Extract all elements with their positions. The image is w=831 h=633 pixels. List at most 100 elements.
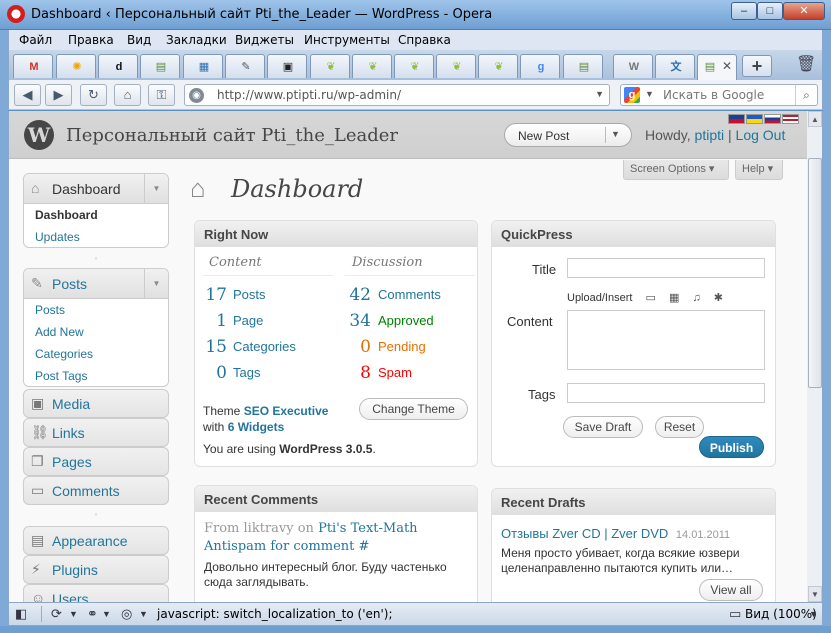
- menu-tools[interactable]: Инструменты: [304, 33, 390, 47]
- vertical-scrollbar[interactable]: ▲ ▼: [807, 111, 823, 602]
- chevron-down-icon[interactable]: ▼: [595, 89, 604, 99]
- menu-posts[interactable]: ✎ Posts ▼: [24, 269, 168, 299]
- unite-icon[interactable]: ⚭: [87, 606, 98, 622]
- submenu-posts[interactable]: Posts: [24, 299, 168, 321]
- reload-button[interactable]: ↻: [80, 84, 107, 106]
- menu-view[interactable]: Вид: [127, 33, 151, 47]
- search-field[interactable]: g ▼ Искать в Google ⌕: [620, 84, 818, 106]
- screen-options-tab[interactable]: Screen Options ▾: [623, 160, 729, 180]
- browser-tab[interactable]: ❦: [436, 54, 476, 78]
- browser-tab[interactable]: ▣: [267, 54, 307, 78]
- draft-link[interactable]: Отзывы Zver CD | Zver DVD: [501, 526, 668, 541]
- chevron-down-icon[interactable]: ▼: [102, 609, 111, 619]
- flag-icon[interactable]: [746, 114, 763, 124]
- submenu-add-new[interactable]: Add New: [24, 321, 168, 343]
- chevron-down-icon[interactable]: ▼: [69, 609, 78, 619]
- close-tab-icon[interactable]: ✕: [722, 59, 732, 73]
- flag-icon[interactable]: [764, 114, 781, 124]
- forward-button[interactable]: ▶: [45, 84, 72, 106]
- home-button[interactable]: ⌂: [114, 84, 141, 106]
- save-draft-button[interactable]: Save Draft: [563, 416, 643, 438]
- submenu-categories[interactable]: Categories: [24, 343, 168, 365]
- menu-bookmarks[interactable]: Закладки: [166, 33, 227, 47]
- menu-users[interactable]: ☺ Users: [23, 584, 169, 602]
- zoom-control[interactable]: Вид (100%): [745, 607, 817, 621]
- scroll-thumb[interactable]: [808, 158, 822, 388]
- submenu-dashboard[interactable]: Dashboard: [24, 204, 168, 226]
- browser-tab[interactable]: g: [520, 54, 560, 78]
- browser-tab[interactable]: ▤: [563, 54, 603, 78]
- address-field[interactable]: ◉ http://www.ptipti.ru/wp-admin/ ▼: [184, 84, 610, 106]
- menu-pages[interactable]: ❐ Pages: [23, 447, 169, 476]
- widgets-link[interactable]: 6 Widgets: [228, 420, 285, 434]
- browser-tab[interactable]: M: [13, 54, 53, 78]
- search-icon[interactable]: ⌕: [795, 85, 817, 105]
- browser-tab[interactable]: W: [613, 54, 653, 78]
- browser-tab[interactable]: 文: [655, 54, 695, 78]
- image-icon[interactable]: ▭: [646, 291, 656, 304]
- browser-tab[interactable]: ▤: [140, 54, 180, 78]
- chevron-down-icon[interactable]: ▼: [611, 129, 620, 139]
- help-tab[interactable]: Help ▾: [735, 160, 783, 180]
- browser-tab[interactable]: ❦: [310, 54, 350, 78]
- audio-icon[interactable]: ♫: [692, 292, 700, 304]
- sync-icon[interactable]: ⟳: [51, 606, 62, 622]
- search-engine-dropdown-icon[interactable]: ▼: [645, 89, 654, 99]
- media-gear-icon[interactable]: ✱: [714, 291, 723, 304]
- menu-widgets[interactable]: Виджеты: [235, 33, 294, 47]
- tab-active[interactable]: ▤ ✕: [697, 54, 737, 80]
- reset-button[interactable]: Reset: [655, 416, 704, 438]
- site-title[interactable]: Персональный сайт Pti_the_Leader: [66, 125, 398, 146]
- content-textarea[interactable]: [567, 310, 765, 370]
- menu-links[interactable]: ⛓ Links: [23, 418, 169, 447]
- menu-appearance[interactable]: ▤ Appearance: [23, 526, 169, 555]
- trash-icon[interactable]: 🗑: [796, 54, 816, 76]
- panel-toggle-icon[interactable]: ◧: [15, 606, 27, 622]
- chevron-down-icon[interactable]: ▼: [144, 174, 168, 203]
- view-all-drafts-button[interactable]: View all: [699, 579, 763, 601]
- scroll-up-icon[interactable]: ▲: [808, 111, 822, 127]
- browser-tab[interactable]: ❦: [394, 54, 434, 78]
- menu-help[interactable]: Справка: [398, 33, 451, 47]
- widget-title[interactable]: Recent Drafts: [492, 489, 775, 515]
- back-button[interactable]: ◀: [14, 84, 41, 106]
- widget-title[interactable]: Recent Comments: [195, 486, 477, 512]
- favorite-actions-dropdown[interactable]: New Post ▼: [504, 123, 632, 147]
- flag-icon[interactable]: [728, 114, 745, 124]
- menu-dashboard[interactable]: ⌂ Dashboard ▼: [24, 174, 168, 204]
- flag-icon[interactable]: [782, 114, 799, 124]
- widget-title[interactable]: QuickPress: [492, 221, 775, 247]
- publish-button[interactable]: Publish: [699, 436, 764, 458]
- logout-link[interactable]: Log Out: [736, 127, 786, 143]
- chevron-down-icon[interactable]: ▼: [144, 269, 168, 298]
- new-post-label[interactable]: New Post: [518, 129, 569, 143]
- username-link[interactable]: ptipti: [695, 127, 725, 143]
- turbo-icon[interactable]: ◎: [121, 606, 132, 622]
- maximize-button[interactable]: □: [757, 2, 783, 20]
- change-theme-button[interactable]: Change Theme: [359, 398, 468, 420]
- menu-file[interactable]: Файл: [19, 33, 52, 47]
- minimize-button[interactable]: –: [731, 2, 757, 20]
- submenu-updates[interactable]: Updates: [24, 226, 168, 247]
- tags-input[interactable]: [567, 383, 765, 403]
- browser-tab[interactable]: ✺: [56, 54, 96, 78]
- browser-tab[interactable]: d: [98, 54, 138, 78]
- video-icon[interactable]: ▦: [669, 291, 679, 304]
- browser-tab[interactable]: ✎: [225, 54, 265, 78]
- close-window-button[interactable]: ✕: [783, 2, 825, 20]
- submenu-post-tags[interactable]: Post Tags: [24, 365, 168, 386]
- scroll-down-icon[interactable]: ▼: [808, 586, 822, 602]
- menu-media[interactable]: ▣ Media: [23, 389, 169, 418]
- menu-plugins[interactable]: ⚡ Plugins: [23, 555, 169, 584]
- menu-edit[interactable]: Правка: [68, 33, 114, 47]
- menu-comments[interactable]: ▭ Comments: [23, 476, 169, 505]
- theme-link[interactable]: SEO Executive: [244, 404, 329, 418]
- wand-key-button[interactable]: ⚿: [148, 84, 175, 106]
- chevron-down-icon[interactable]: ▼: [809, 609, 818, 619]
- browser-tab[interactable]: ❦: [352, 54, 392, 78]
- widget-title[interactable]: Right Now: [195, 221, 477, 247]
- browser-tab[interactable]: ❦: [478, 54, 518, 78]
- title-input[interactable]: [567, 258, 765, 278]
- new-tab-button[interactable]: +: [742, 55, 772, 77]
- chevron-down-icon[interactable]: ▼: [139, 609, 148, 619]
